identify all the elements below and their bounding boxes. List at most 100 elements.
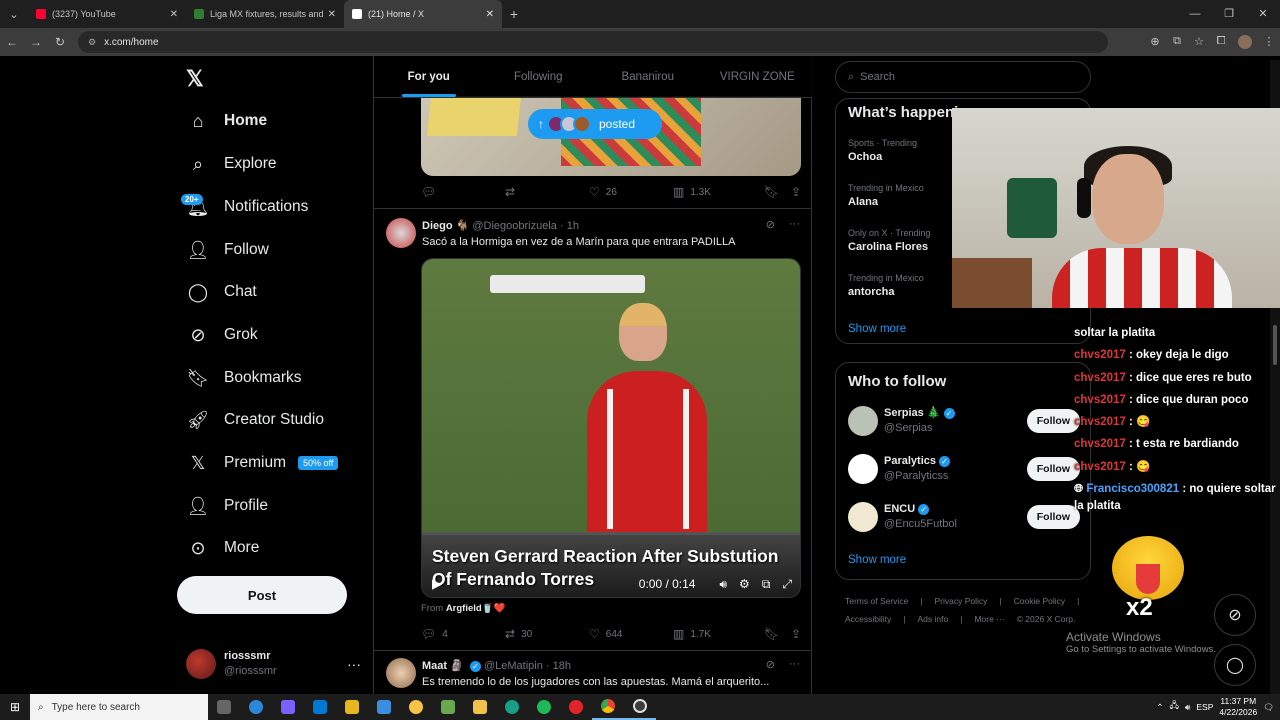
forward-icon[interactable]: → <box>24 35 48 49</box>
reply-button[interactable]: 💬︎ <box>421 185 505 199</box>
edge-icon[interactable] <box>240 694 272 720</box>
nav-more[interactable]: ⊙ More <box>186 528 259 568</box>
follow-suggestion[interactable]: Paralytics ✓ @Paralyticss Follow <box>848 451 1080 487</box>
play-icon[interactable]: ▶ <box>432 576 442 592</box>
chrome-canary-icon[interactable] <box>400 694 432 720</box>
minimize-icon[interactable]: — <box>1178 0 1212 28</box>
source-account[interactable]: Argfield🥤❤️ <box>446 603 506 614</box>
obs-icon[interactable] <box>624 694 656 720</box>
nav-explore[interactable]: ⌕ Explore <box>186 144 277 184</box>
nav-chat[interactable]: ◯ Chat <box>186 272 257 312</box>
nav-home[interactable]: ⌂ Home <box>186 101 268 141</box>
share-button[interactable]: ⇪ <box>791 185 801 199</box>
grok-icon[interactable]: ⊘ <box>766 218 775 231</box>
footer-link[interactable]: Privacy Policy <box>935 596 988 606</box>
video-progress-bar[interactable] <box>422 532 800 535</box>
close-tab-icon[interactable]: ✕ <box>486 9 494 20</box>
close-window-icon[interactable]: ✕ <box>1246 0 1280 28</box>
bookmark-star-icon[interactable]: ☆ <box>1188 35 1210 49</box>
trend-item[interactable]: Trending in Mexico antorcha <box>848 272 924 300</box>
more-dots-icon[interactable]: ··· <box>789 658 800 671</box>
task-view-icon[interactable] <box>208 694 240 720</box>
more-dots-icon[interactable]: ··· <box>347 656 361 672</box>
views-button[interactable]: ▥ 1.7K <box>673 627 757 641</box>
back-icon[interactable]: ← <box>0 35 24 49</box>
profile-avatar[interactable] <box>1238 35 1252 49</box>
whatsapp-icon[interactable] <box>496 694 528 720</box>
reply-button[interactable]: 💬︎ 4 <box>421 627 505 641</box>
footer-link[interactable]: Accessibility <box>845 614 891 624</box>
copilot-icon[interactable] <box>272 694 304 720</box>
chrome-icon[interactable] <box>592 694 624 720</box>
store-icon[interactable] <box>336 694 368 720</box>
settings-icon[interactable]: ⚙ <box>739 577 750 591</box>
mail-icon[interactable] <box>304 694 336 720</box>
close-tab-icon[interactable]: ✕ <box>170 9 178 20</box>
language-indicator[interactable]: ESP <box>1196 702 1213 712</box>
new-posts-pill[interactable]: ↑ posted <box>528 109 662 139</box>
footer-link[interactable]: More ··· <box>974 614 1004 624</box>
clock[interactable]: 11:37 PM 4/22/2026 <box>1219 696 1257 718</box>
opera-icon[interactable] <box>560 694 592 720</box>
trend-item[interactable]: Trending in Mexico Alana <box>848 182 924 210</box>
notifications-icon[interactable]: 🗨︎ <box>1263 702 1274 713</box>
tab-following[interactable]: Following <box>484 56 594 97</box>
share-button[interactable]: ⇪ <box>791 627 801 641</box>
nav-creator-studio[interactable]: 🚀︎ Creator Studio <box>186 400 324 440</box>
pip-icon[interactable]: ⧉ <box>762 577 771 592</box>
follow-button[interactable]: Follow <box>1026 457 1080 481</box>
address-field[interactable]: ⚙ x.com/home <box>78 31 1108 53</box>
author-handle[interactable]: @LeMatipin <box>484 660 543 672</box>
tab-liga-mx[interactable]: Liga MX fixtures, results and live ✕ <box>186 0 344 28</box>
fullscreen-icon[interactable]: ⤢ <box>782 577 792 592</box>
chevron-up-icon[interactable]: ⌃ <box>1156 702 1163 713</box>
tab-x-home[interactable]: (21) Home / X ✕ <box>344 0 502 28</box>
repost-button[interactable]: ⇄ 30 <box>505 627 589 641</box>
post-button[interactable]: Post <box>177 576 347 614</box>
network-icon[interactable]: 🖧︎ <box>1170 700 1179 714</box>
nav-premium[interactable]: 𝕏 Premium 50% off <box>186 443 339 483</box>
x-logo-icon[interactable]: 𝕏 <box>186 66 204 92</box>
nav-grok[interactable]: ⊘ Grok <box>186 315 257 355</box>
follow-button[interactable]: Follow <box>1026 409 1080 433</box>
new-tab-button[interactable]: + <box>502 6 526 22</box>
views-button[interactable]: ▥ 1.3K <box>673 185 757 199</box>
follow-button[interactable]: Follow <box>1026 505 1080 529</box>
follow-suggestion[interactable]: Serpias 🎄 ✓ @Serpias Follow <box>848 403 1080 439</box>
browser-menu-icon[interactable]: ⋮ <box>1258 35 1280 49</box>
search-input[interactable]: ⌕ Search <box>835 61 1091 93</box>
tweet-time[interactable]: · 18h <box>546 660 571 672</box>
nav-follow[interactable]: 👤︎ Follow <box>186 230 269 270</box>
file-explorer-icon[interactable] <box>464 694 496 720</box>
footer-link[interactable]: Cookie Policy <box>1014 596 1066 606</box>
author-name[interactable]: Maat 🗿 <box>422 660 464 672</box>
like-button[interactable]: ♡ 644 <box>589 627 673 641</box>
video-player[interactable]: Steven Gerrard Reaction After Substution… <box>421 258 801 598</box>
author-handle[interactable]: @Diegoobrizuela <box>472 220 557 232</box>
repost-button[interactable]: ⇄ <box>505 185 589 199</box>
spotify-icon[interactable] <box>528 694 560 720</box>
extensions-icon[interactable]: ⧠ <box>1210 35 1232 49</box>
notes-icon[interactable] <box>432 694 464 720</box>
volume-icon[interactable]: 🔊︎ <box>1185 702 1190 713</box>
messages-fab-button[interactable]: ◯ <box>1214 644 1256 686</box>
follow-suggestion[interactable]: ENCU ✓ @Encu5Futbol Follow <box>848 499 1080 535</box>
like-button[interactable]: ♡ 26 <box>589 185 673 199</box>
reload-icon[interactable]: ↻ <box>48 35 72 49</box>
nav-notifications[interactable]: 🔔︎ Notifications <box>186 187 309 227</box>
bookmark-button[interactable]: 🔖︎ <box>764 185 779 199</box>
tab-for-you[interactable]: For you <box>374 56 484 97</box>
nav-bookmarks[interactable]: 🔖︎ Bookmarks <box>186 358 302 398</box>
grok-fab-button[interactable]: ⊘ <box>1214 594 1256 636</box>
tab-youtube[interactable]: (3237) YouTube ✕ <box>28 0 186 28</box>
volume-icon[interactable]: 🔊︎ <box>719 577 727 592</box>
nav-profile[interactable]: 👤︎ Profile <box>186 486 268 526</box>
install-app-icon[interactable]: ⧉ <box>1166 35 1188 49</box>
site-info-icon[interactable]: ⚙ <box>88 37 96 48</box>
author-name[interactable]: Diego 🐐 <box>422 220 469 232</box>
trend-item[interactable]: Sports · Trending Ochoa <box>848 137 917 165</box>
restore-icon[interactable]: ❐ <box>1212 0 1246 28</box>
footer-link[interactable]: Terms of Service <box>845 596 908 606</box>
account-switcher[interactable]: riosssmr @riosssmr ··· <box>186 646 361 682</box>
show-more-link[interactable]: Show more <box>848 554 906 566</box>
